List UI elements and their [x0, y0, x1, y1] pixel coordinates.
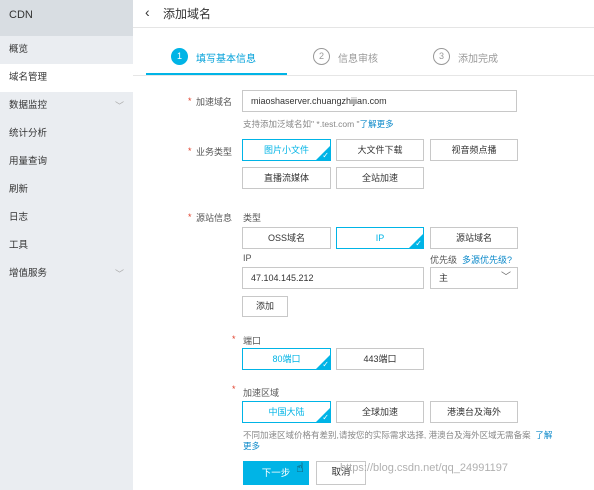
check-icon: ✓: [322, 151, 329, 160]
step-label: 填写基本信息: [196, 54, 256, 65]
sidebar-item-value-added[interactable]: 增值服务 ﹀: [0, 260, 133, 288]
learn-link[interactable]: 了解: [535, 430, 552, 440]
domain-input[interactable]: miaoshaserver.chuangzhijian.com: [242, 90, 517, 112]
sidebar-item-label: 增值服务: [9, 268, 48, 279]
option-label: IP: [375, 233, 385, 243]
region-hint: 不同加速区域价格有差别,请按您的实际需求选择, 港澳台及海外区域无需备案 了解: [243, 429, 552, 441]
option-mainland-china[interactable]: 中国大陆 ✓: [242, 401, 331, 423]
domain-hint: 支持添加泛域名如" *.test.com "了解更多: [243, 118, 394, 130]
page-title: 添加域名: [163, 7, 212, 21]
option-live-streaming[interactable]: 直播流媒体: [242, 167, 331, 189]
add-origin-button[interactable]: 添加: [242, 296, 288, 317]
required-marker: *: [232, 384, 236, 394]
origin-type-label: 类型: [243, 213, 262, 223]
sidebar-item-label: 概览: [9, 44, 29, 55]
business-type-label: 业务类型: [196, 147, 233, 157]
required-marker: *: [188, 96, 192, 106]
option-vod[interactable]: 视音频点播: [430, 139, 518, 161]
domain-label: 加速域名: [196, 97, 233, 107]
check-icon: ✓: [415, 239, 422, 248]
domain-hint-text: 支持添加泛域名如" *.test.com ": [243, 119, 360, 129]
region-hint-line2: 更多: [243, 440, 260, 452]
option-label: 源站域名: [455, 233, 492, 243]
option-port-443[interactable]: 443端口: [336, 348, 424, 370]
step-label: 添加完成: [458, 54, 498, 65]
sidebar-item-domain-management[interactable]: 域名管理: [0, 64, 133, 92]
step-number: 1: [171, 48, 188, 65]
option-label: 直播流媒体: [263, 173, 309, 183]
check-icon: ✓: [322, 360, 329, 369]
required-marker: *: [188, 146, 192, 156]
sidebar-item-data-monitoring[interactable]: 数据监控 ﹀: [0, 92, 133, 120]
sidebar: CDN 概览 域名管理 数据监控 ﹀ 统计分析 用量查询 刷新 日志 工具 增值服…: [0, 0, 133, 490]
option-label: 中国大陆: [268, 407, 305, 417]
sidebar-item-refresh[interactable]: 刷新: [0, 176, 133, 204]
sidebar-item-label: 域名管理: [9, 72, 48, 83]
priority-label: 优先级 多源优先级?: [430, 253, 512, 266]
option-global[interactable]: 全球加速: [336, 401, 424, 423]
option-label: 80端口: [272, 354, 301, 364]
sidebar-item-label: 数据监控: [9, 100, 48, 111]
option-origin-domain[interactable]: 源站域名: [430, 227, 518, 249]
option-label: 全站加速: [361, 173, 398, 183]
sidebar-item-logs[interactable]: 日志: [0, 204, 133, 232]
sidebar-item-statistics[interactable]: 统计分析: [0, 120, 133, 148]
chevron-down-icon: ﹀: [114, 101, 124, 111]
option-ip[interactable]: IP ✓: [336, 227, 424, 249]
stepper: 1 填写基本信息 2 信息审核 3 添加完成: [133, 40, 594, 76]
step-number: 2: [313, 48, 330, 65]
priority-select[interactable]: 主 ﹀: [430, 267, 518, 289]
option-oss-domain[interactable]: OSS域名: [242, 227, 331, 249]
option-large-file-download[interactable]: 大文件下载: [336, 139, 424, 161]
sidebar-item-usage-query[interactable]: 用量查询: [0, 148, 133, 176]
option-label: OSS域名: [267, 233, 305, 243]
sidebar-item-overview[interactable]: 概览: [0, 36, 133, 64]
option-label: 港澳台及海外: [446, 407, 501, 417]
port-label: 端口: [243, 336, 262, 346]
origin-label: 源站信息: [196, 213, 233, 223]
more-link[interactable]: 更多: [243, 441, 260, 451]
option-label: 全球加速: [361, 407, 398, 417]
learn-more-link[interactable]: 了解更多: [360, 119, 394, 129]
option-image-small-file[interactable]: 图片小文件 ✓: [242, 139, 331, 161]
required-marker: *: [232, 334, 236, 344]
sidebar-brand: CDN: [0, 0, 133, 36]
required-marker: *: [188, 212, 192, 222]
hand-cursor-icon: ☝: [296, 460, 304, 475]
sidebar-item-label: 工具: [9, 240, 29, 251]
priority-label-text: 优先级: [430, 255, 458, 265]
chevron-down-icon: ﹀: [501, 272, 511, 283]
sidebar-item-label: 刷新: [9, 184, 29, 195]
option-label: 大文件下载: [357, 145, 403, 155]
watermark: https://blog.csdn.net/qq_24991197: [340, 462, 508, 474]
ip-input[interactable]: 47.104.145.212: [242, 267, 424, 289]
chevron-down-icon: ﹀: [114, 269, 124, 279]
active-step-underline: [146, 73, 287, 75]
sidebar-item-label: 用量查询: [9, 156, 48, 167]
region-hint-text: 不同加速区域价格有差别,请按您的实际需求选择, 港澳台及海外区域无需备案: [243, 430, 531, 440]
priority-value: 主: [439, 273, 449, 283]
check-icon: ✓: [322, 413, 329, 422]
sidebar-item-label: 日志: [9, 212, 29, 223]
chevron-left-icon[interactable]: ‹: [145, 4, 150, 20]
option-label: 443端口: [363, 354, 397, 364]
multi-origin-priority-link[interactable]: 多源优先级?: [462, 255, 512, 265]
page-header: ‹ 添加域名: [133, 0, 594, 28]
option-label: 图片小文件: [263, 145, 309, 155]
sidebar-item-label: 统计分析: [9, 128, 48, 139]
option-hk-mo-tw-overseas[interactable]: 港澳台及海外: [430, 401, 518, 423]
sidebar-item-tools[interactable]: 工具: [0, 232, 133, 260]
region-label: 加速区域: [243, 388, 280, 398]
option-label: 视音频点播: [451, 145, 497, 155]
step-label: 信息审核: [338, 54, 378, 65]
option-full-site-acceleration[interactable]: 全站加速: [336, 167, 424, 189]
ip-label: IP: [243, 253, 252, 263]
option-port-80[interactable]: 80端口 ✓: [242, 348, 331, 370]
step-number: 3: [433, 48, 450, 65]
